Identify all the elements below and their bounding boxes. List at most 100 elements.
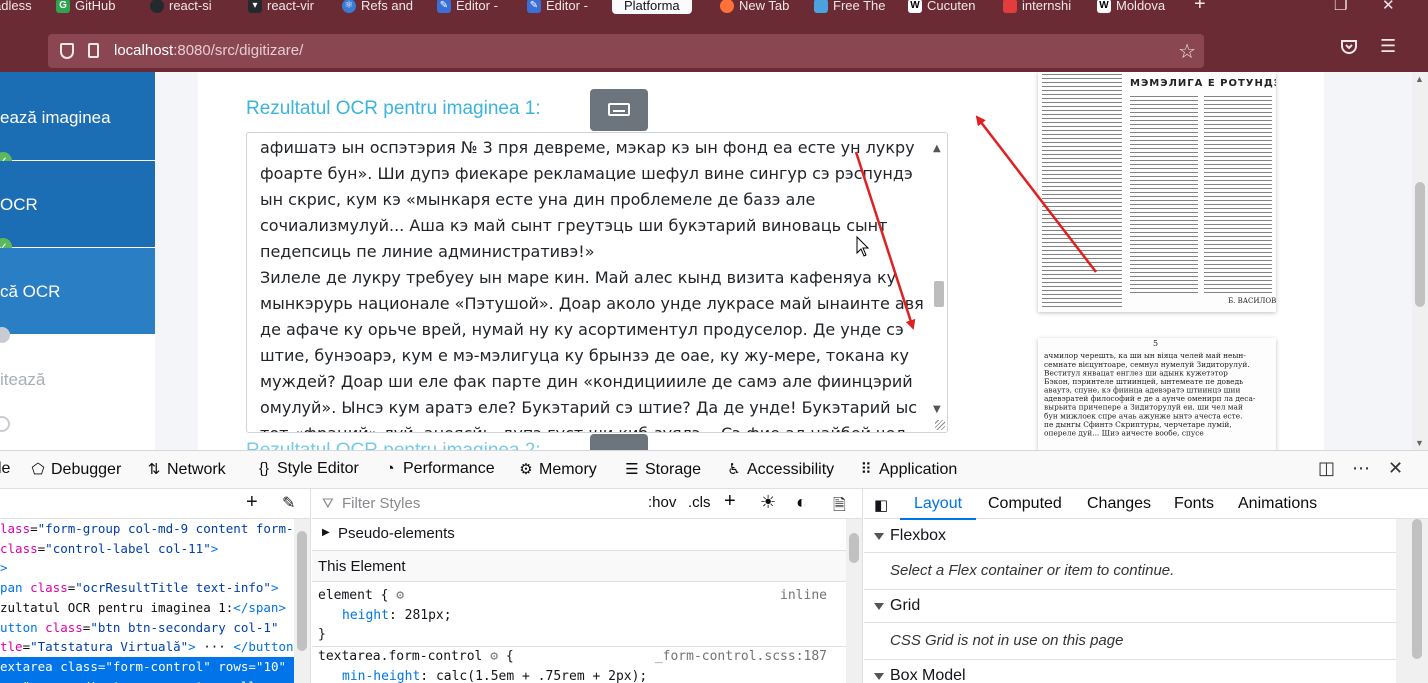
browser-tab[interactable]: W Cucuten (908, 0, 975, 14)
tab-layout[interactable]: Layout (899, 495, 977, 520)
css-value[interactable]: calc(1.5em + .75rem + 2px); (436, 669, 647, 683)
gear-icon[interactable]: ⚙ (396, 588, 404, 603)
sidebar-step-1[interactable]: ează imaginea (0, 72, 155, 160)
light-theme-icon[interactable]: ☀ (760, 492, 776, 513)
resize-handle[interactable] (935, 420, 945, 430)
tab-animations[interactable]: Animations (1238, 495, 1317, 513)
browser-tab[interactable]: W Moldova (1097, 0, 1165, 14)
eyedropper-icon[interactable]: ✎ (282, 493, 295, 513)
tab-computed[interactable]: Computed (988, 495, 1062, 513)
markup-node[interactable]: tle="Tatstatura Virtuală"> ··· </button> (0, 637, 295, 657)
virtual-keyboard-button-2[interactable] (590, 434, 648, 450)
markup-node[interactable]: zultatul OCR pentru imaginea 1:</span> (0, 598, 295, 618)
cls-toggle[interactable]: .cls (688, 494, 711, 511)
browser-tab[interactable]: internshi (1003, 0, 1071, 14)
wizard-sidebar: ✓ ează imaginea ✓ OCR ✓ că OCR itează (0, 72, 155, 450)
browser-tab[interactable]: New Tab (720, 0, 789, 14)
tab-application[interactable]: ⠿ Application (858, 460, 958, 479)
url-bar[interactable]: localhost:8080/src/digitizare/ ☆ (48, 34, 1204, 68)
restore-window-icon[interactable]: ❐ (1334, 0, 1347, 14)
tracking-shield-icon[interactable] (60, 43, 74, 59)
close-window-icon[interactable]: ✕ (1382, 0, 1395, 14)
browser-tab[interactable]: ✎ Editor - (437, 0, 498, 14)
tab-memory[interactable]: ⚙ Memory (518, 460, 597, 479)
scrollbar-thumb[interactable] (1412, 519, 1422, 659)
scrollbar-thumb[interactable] (297, 531, 307, 651)
scroll-down-icon[interactable]: ▼ (1415, 438, 1424, 448)
css-property[interactable]: height (342, 608, 389, 623)
hamburger-menu-icon[interactable]: ☰ (1380, 36, 1396, 57)
scrollbar-thumb[interactable] (849, 533, 859, 563)
textarea-scrollbar[interactable]: ▲ ▼ (932, 134, 946, 431)
print-media-icon[interactable]: 🗎 (833, 494, 846, 521)
browser-tab[interactable]: Free The (814, 0, 886, 14)
pocket-icon[interactable] (1340, 38, 1358, 61)
tab-changes[interactable]: Changes (1087, 495, 1151, 513)
markup-node[interactable]: px;"> ··· </textarea> event scroll (0, 676, 295, 683)
browser-tab[interactable]: G GitHub (56, 0, 115, 14)
tab-debugger[interactable]: ⬠ Debugger (30, 460, 121, 479)
rule-source-link[interactable]: _form-control.scss:187 (655, 647, 827, 667)
more-options-icon[interactable]: ⋯ (1352, 458, 1370, 479)
browser-tab[interactable]: ✎ Editor - (527, 0, 588, 14)
tab-title: Cucuten (927, 0, 976, 13)
add-rule-icon[interactable]: + (724, 490, 736, 513)
browser-tab[interactable]: ⚛ Refs and (342, 0, 413, 14)
dark-theme-icon[interactable]: ◐ (796, 492, 807, 513)
tab-style-editor[interactable]: {} Style Editor (256, 460, 359, 478)
add-node-icon[interactable]: + (246, 491, 258, 514)
element-rule[interactable]: element { ⚙ inline height: 281px; } (312, 586, 847, 645)
hov-toggle[interactable]: :hov (648, 494, 676, 511)
markup-node[interactable]: pan class="ocrResultTitle text-info"> (0, 578, 295, 598)
filter-styles-input[interactable]: Filter Styles (342, 495, 420, 512)
tab-performance[interactable]: ◔ Performance (382, 460, 494, 478)
tab-inspector[interactable]: le (0, 460, 10, 478)
scrollbar-thumb[interactable] (1415, 182, 1425, 307)
toggle-sidebar-icon[interactable]: ◧ (874, 496, 888, 514)
scroll-up-icon[interactable]: ▲ (933, 136, 941, 162)
textarea-rule[interactable]: textarea.form-control ⚙ {_form-control.s… (312, 646, 847, 683)
browser-tab[interactable]: adless (0, 0, 32, 14)
close-devtools-icon[interactable]: ✕ (1388, 458, 1403, 479)
tab-accessibility[interactable]: ♿ Accessibility (726, 460, 834, 479)
markup-node[interactable]: lass="form-group col-md-9 content form-l (0, 519, 295, 539)
markup-tree[interactable]: lass="form-group col-md-9 content form-l… (0, 519, 295, 683)
layout-scrollbar[interactable] (1396, 519, 1428, 683)
tab-fonts[interactable]: Fonts (1174, 495, 1214, 513)
url-text[interactable]: localhost:8080/src/digitizare/ (114, 42, 303, 59)
gear-icon[interactable]: ⚙ (490, 649, 498, 664)
browser-tab[interactable]: react-si (150, 0, 212, 14)
markup-node[interactable]: > (0, 558, 295, 578)
box-model-section[interactable]: Box Model (864, 660, 1396, 683)
markup-scrollbar[interactable] (294, 519, 310, 683)
page-scrollbar[interactable]: ▲ ▼ (1412, 72, 1428, 450)
markup-node[interactable]: extarea class="form-control" rows="10" (0, 656, 295, 677)
tab-storage[interactable]: ☰ Storage (624, 460, 701, 479)
ocr-result-textarea[interactable]: афишатэ ын оспэтэрия № 3 пря девреме, мэ… (246, 132, 948, 433)
grid-section[interactable]: Grid (864, 590, 1396, 623)
new-tab-button[interactable]: + (1194, 0, 1206, 14)
sidebar-step-2[interactable]: OCR (0, 161, 155, 247)
virtual-keyboard-button[interactable] (590, 89, 648, 131)
browser-tab-active[interactable]: Platforma (612, 0, 692, 14)
scroll-up-icon[interactable]: ▲ (1415, 74, 1424, 84)
sidebar-step-4[interactable]: itează (0, 334, 155, 414)
markup-node[interactable]: utton class="btn btn-secondary col-1" (0, 618, 295, 638)
newspaper-line: бун мижлоек спре ачаь ажунже ынтэ ачеста… (1044, 412, 1243, 421)
flexbox-section[interactable]: Flexbox (864, 520, 1396, 553)
browser-tab[interactable]: ▾ react-vir (248, 0, 314, 14)
pseudo-elements-toggle[interactable]: ▶ Pseudo-elements (312, 519, 847, 551)
css-property[interactable]: min-height (342, 669, 420, 683)
page-icon[interactable] (88, 43, 99, 58)
markup-token: = (30, 521, 38, 536)
sidebar-step-3[interactable]: că OCR (0, 248, 155, 334)
newspaper-line: семнате вієцунтоаре, семнул нумелуй Зиди… (1044, 360, 1250, 370)
bookmark-star-icon[interactable]: ☆ (1178, 39, 1196, 64)
css-value[interactable]: 281px (405, 608, 444, 623)
rules-scrollbar[interactable] (846, 519, 862, 683)
scrollbar-thumb[interactable] (934, 281, 944, 307)
newspaper-line: аваутэ, спуне, кэ фиинца адевэратэ штиин… (1044, 386, 1241, 395)
tab-network[interactable]: ⇅ Network (146, 460, 226, 479)
dock-toggle-icon[interactable]: ◫ (1318, 458, 1335, 479)
markup-node[interactable]: class="control-label col-11"> (0, 539, 295, 559)
